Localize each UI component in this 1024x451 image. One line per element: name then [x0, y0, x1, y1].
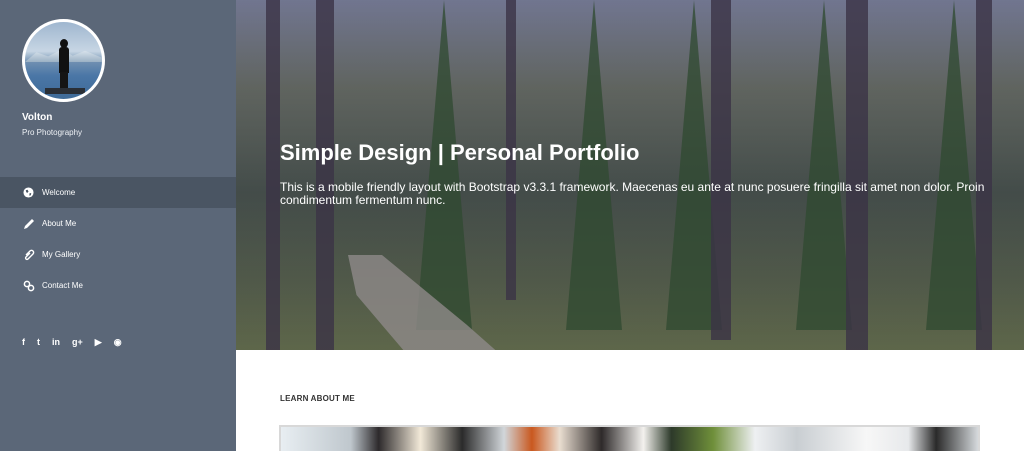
hero-description: This is a mobile friendly layout with Bo… — [280, 180, 985, 207]
nav-item-about-me[interactable]: About Me — [0, 208, 236, 239]
site-tagline: Pro Photography — [22, 128, 83, 137]
linkedin-icon[interactable]: in — [52, 337, 60, 347]
sidebar: Volton Pro Photography Welcome About Me … — [0, 0, 236, 451]
hero-tree-trunk — [846, 0, 868, 350]
social-links: f t in g+ ▶ ◉ — [22, 337, 122, 347]
twitter-icon[interactable]: t — [37, 337, 40, 347]
youtube-icon[interactable]: ▶ — [95, 337, 102, 347]
hero-title: Simple Design | Personal Portfolio — [280, 140, 640, 165]
rss-icon[interactable]: ◉ — [114, 337, 122, 347]
hero-tree — [796, 0, 852, 330]
hero-banner: Simple Design | Personal Portfolio This … — [236, 0, 1024, 350]
hero-tree-trunk — [711, 0, 731, 340]
pencil-icon — [22, 217, 35, 230]
nav-item-label: Welcome — [42, 188, 76, 197]
avatar[interactable] — [22, 19, 105, 102]
section-heading: LEARN ABOUT ME — [280, 394, 355, 403]
avatar-dock — [45, 88, 85, 94]
nav-item-my-gallery[interactable]: My Gallery — [0, 239, 236, 270]
facebook-icon[interactable]: f — [22, 337, 25, 347]
hero-tree-trunk — [316, 0, 334, 350]
paperclip-icon — [22, 248, 35, 261]
site-name: Volton — [22, 112, 53, 123]
nav-item-label: My Gallery — [42, 250, 81, 259]
hero-tree-trunk — [266, 0, 280, 350]
nav-item-contact-me[interactable]: Contact Me — [0, 270, 236, 301]
nav-item-label: Contact Me — [42, 281, 83, 290]
main-nav: Welcome About Me My Gallery Contact Me — [0, 177, 236, 301]
nav-item-label: About Me — [42, 219, 77, 228]
link-icon — [22, 279, 35, 292]
google-plus-icon[interactable]: g+ — [72, 337, 83, 347]
hero-tree — [926, 0, 982, 330]
avatar-figure-body — [59, 47, 69, 73]
about-image — [279, 425, 980, 451]
nav-item-welcome[interactable]: Welcome — [0, 177, 236, 208]
hero-tree-trunk — [976, 0, 992, 350]
globe-icon — [22, 186, 35, 199]
avatar-figure-legs — [60, 72, 68, 88]
